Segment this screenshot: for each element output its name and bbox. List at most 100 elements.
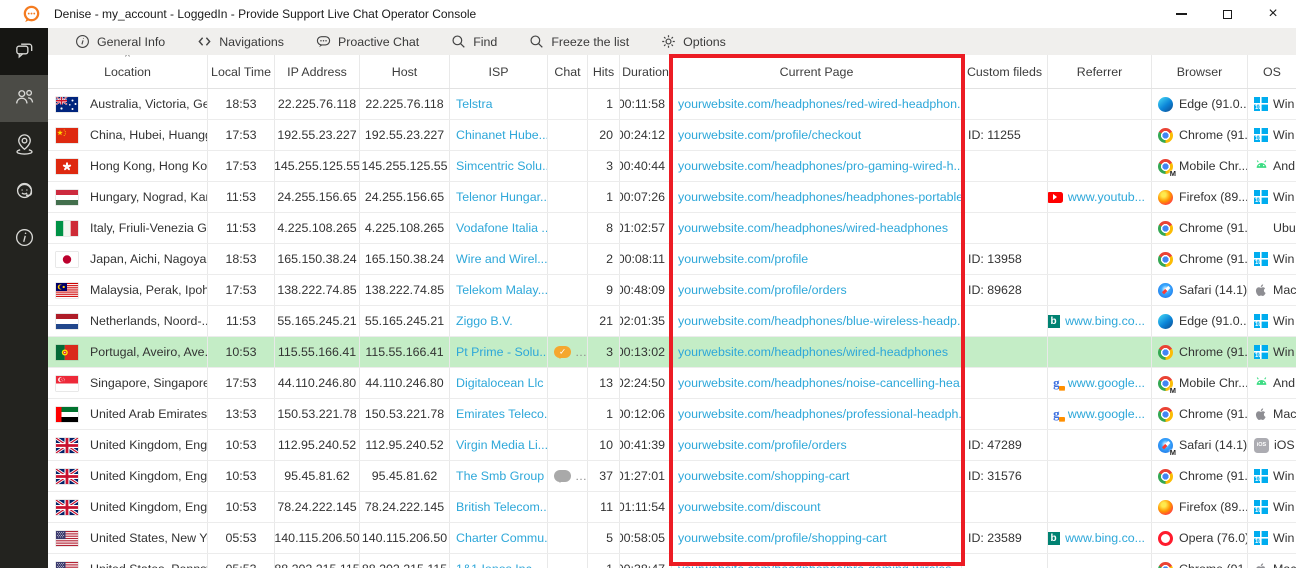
minimize-button[interactable] bbox=[1158, 0, 1204, 28]
isp-link[interactable]: Pt Prime - Solu... bbox=[456, 345, 548, 359]
isp-link[interactable]: Telstra bbox=[456, 97, 493, 111]
isp-link[interactable]: Charter Commu... bbox=[456, 531, 548, 545]
os-text: Win bbox=[1273, 97, 1294, 111]
referrer-link[interactable]: www.bing.co... bbox=[1065, 531, 1145, 545]
sidebar-item-chats[interactable] bbox=[0, 28, 48, 75]
toolbar-button-label: Freeze the list bbox=[551, 35, 629, 49]
visitor-row[interactable]: Singapore, Singapore...17:5344.110.246.8… bbox=[48, 368, 1296, 399]
current-page-link[interactable]: yourwebsite.com/headphones/pro-gaming-wi… bbox=[678, 562, 962, 568]
sidebar-item-info[interactable] bbox=[0, 216, 48, 263]
isp-link[interactable]: Telenor Hungar... bbox=[456, 190, 548, 204]
isp-link[interactable]: Virgin Media Li... bbox=[456, 438, 548, 452]
host-text: 150.53.221.78 bbox=[365, 407, 444, 421]
isp-link[interactable]: Ziggo B.V. bbox=[456, 314, 513, 328]
visitor-row[interactable]: China, Hubei, Huangg...17:53192.55.23.22… bbox=[48, 120, 1296, 151]
visitor-row[interactable]: United Kingdom, Engl...10:53112.95.240.5… bbox=[48, 430, 1296, 461]
current-page-link[interactable]: yourwebsite.com/headphones/wired-headpho… bbox=[678, 345, 948, 359]
column-header-local-time[interactable]: Local Time bbox=[208, 55, 275, 88]
visitor-row[interactable]: United Arab Emirates...13:53150.53.221.7… bbox=[48, 399, 1296, 430]
column-header-host[interactable]: Host bbox=[360, 55, 450, 88]
column-header-os[interactable]: OS bbox=[1248, 55, 1296, 88]
maximize-button[interactable] bbox=[1204, 0, 1250, 28]
column-header-current-page[interactable]: Current Page bbox=[672, 55, 962, 88]
column-header-isp[interactable]: ISP bbox=[450, 55, 548, 88]
ip-text: 112.95.240.52 bbox=[278, 438, 356, 452]
column-header-custom-fileds[interactable]: Custom fileds bbox=[962, 55, 1048, 88]
cell-isp: Telenor Hungar... bbox=[450, 182, 548, 212]
isp-link[interactable]: 1&1 Ionos Inc. bbox=[456, 562, 535, 568]
close-button[interactable]: × bbox=[1250, 0, 1296, 28]
visitor-row[interactable]: Australia, Victoria, Ge...18:5322.225.76… bbox=[48, 89, 1296, 120]
ip-text: 55.165.245.21 bbox=[277, 314, 356, 328]
visitor-row[interactable]: Japan, Aichi, Nagoya, ...18:53165.150.38… bbox=[48, 244, 1296, 275]
referrer-link[interactable]: www.youtub... bbox=[1068, 190, 1145, 204]
isp-link[interactable]: Simcentric Solu... bbox=[456, 159, 548, 173]
visitor-row[interactable]: Hong Kong, Hong Ko...17:53145.255.125.55… bbox=[48, 151, 1296, 182]
current-page-link[interactable]: yourwebsite.com/profile bbox=[678, 252, 808, 266]
current-page-link[interactable]: yourwebsite.com/headphones/noise-cancell… bbox=[678, 376, 962, 390]
current-page-link[interactable]: yourwebsite.com/headphones/pro-gaming-wi… bbox=[678, 159, 962, 173]
host-text: 145.255.125.55 bbox=[361, 159, 447, 173]
current-page-link[interactable]: yourwebsite.com/headphones/wired-headpho… bbox=[678, 221, 948, 235]
isp-link[interactable]: Wire and Wirel... bbox=[456, 252, 548, 266]
cell-os: Mac bbox=[1248, 554, 1296, 568]
column-header-browser[interactable]: Browser bbox=[1152, 55, 1248, 88]
isp-link[interactable]: Chinanet Hube... bbox=[456, 128, 548, 142]
host-text: 165.150.38.24 bbox=[365, 252, 444, 266]
opera-icon bbox=[1158, 531, 1173, 546]
current-page-link[interactable]: yourwebsite.com/headphones/headphones-po… bbox=[678, 190, 962, 204]
current-page-link[interactable]: yourwebsite.com/discount bbox=[678, 500, 821, 514]
cell-isp: Chinanet Hube... bbox=[450, 120, 548, 150]
toolbar-button-proactive-chat[interactable]: Proactive Chat bbox=[316, 34, 419, 49]
visitor-row[interactable]: United States, New Yo...05:53140.115.206… bbox=[48, 523, 1296, 554]
column-header-duration[interactable]: Duration bbox=[620, 55, 672, 88]
column-header-label: ISP bbox=[489, 65, 509, 79]
current-page-link[interactable]: yourwebsite.com/headphones/professional-… bbox=[678, 407, 962, 421]
visitor-row[interactable]: United Kingdom, Engl...10:5378.24.222.14… bbox=[48, 492, 1296, 523]
referrer-link[interactable]: www.google... bbox=[1068, 407, 1145, 421]
visitor-row[interactable]: Italy, Friuli-Venezia Gi...11:534.225.10… bbox=[48, 213, 1296, 244]
toolbar-button-find[interactable]: Find bbox=[451, 34, 497, 49]
isp-link[interactable]: British Telecom... bbox=[456, 500, 548, 514]
current-page-link[interactable]: yourwebsite.com/shopping-cart bbox=[678, 469, 850, 483]
isp-link[interactable]: Telekom Malay... bbox=[456, 283, 548, 297]
current-page-link[interactable]: yourwebsite.com/profile/orders bbox=[678, 283, 847, 297]
referrer-link[interactable]: www.google... bbox=[1068, 376, 1145, 390]
os-text: Mac bbox=[1273, 407, 1296, 421]
sidebar-item-operator-support[interactable] bbox=[0, 169, 48, 216]
visitor-row[interactable]: Portugal, Aveiro, Ave...10:53115.55.166.… bbox=[48, 337, 1296, 368]
visitor-row[interactable]: Malaysia, Perak, Ipoh, ...17:53138.222.7… bbox=[48, 275, 1296, 306]
chrome-icon bbox=[1158, 469, 1173, 484]
toolbar-button-options[interactable]: Options bbox=[661, 34, 726, 49]
current-page-link[interactable]: yourwebsite.com/headphones/blue-wireless… bbox=[678, 314, 962, 328]
duration-text: 00:07:26 bbox=[620, 190, 665, 204]
toolbar-button-freeze-the-list[interactable]: Freeze the list bbox=[529, 34, 629, 49]
duration-text: 02:24:50 bbox=[620, 376, 665, 390]
cell-local-time: 05:53 bbox=[208, 523, 275, 553]
column-header-hits[interactable]: Hits bbox=[588, 55, 620, 88]
sidebar-item-geo-location[interactable] bbox=[0, 122, 48, 169]
toolbar-button-general-info[interactable]: General Info bbox=[75, 34, 165, 49]
toolbar-button-navigations[interactable]: Navigations bbox=[197, 34, 284, 49]
isp-link[interactable]: Vodafone Italia ... bbox=[456, 221, 548, 235]
custom-field-text: ID: 31576 bbox=[968, 469, 1022, 483]
flag-it-icon bbox=[56, 221, 78, 236]
column-header-referrer[interactable]: Referrer bbox=[1048, 55, 1152, 88]
current-page-link[interactable]: yourwebsite.com/profile/checkout bbox=[678, 128, 861, 142]
browser-text: Chrome (91... bbox=[1179, 221, 1248, 235]
visitor-row[interactable]: United States, Pennsy...05:5388.202.215.… bbox=[48, 554, 1296, 568]
column-header-location[interactable]: ^Location bbox=[48, 55, 208, 88]
visitor-row[interactable]: United Kingdom, Engl...10:5395.45.81.629… bbox=[48, 461, 1296, 492]
visitor-row[interactable]: Hungary, Nograd, Kar...11:5324.255.156.6… bbox=[48, 182, 1296, 213]
isp-link[interactable]: The Smb Group bbox=[456, 469, 544, 483]
sidebar-item-visitors[interactable] bbox=[0, 75, 48, 122]
isp-link[interactable]: Digitalocean Llc bbox=[456, 376, 543, 390]
column-header-ip-address[interactable]: IP Address bbox=[275, 55, 360, 88]
current-page-link[interactable]: yourwebsite.com/headphones/red-wired-hea… bbox=[678, 97, 962, 111]
isp-link[interactable]: Emirates Teleco... bbox=[456, 407, 548, 421]
referrer-link[interactable]: www.bing.co... bbox=[1065, 314, 1145, 328]
visitor-row[interactable]: Netherlands, Noord-...11:5355.165.245.21… bbox=[48, 306, 1296, 337]
current-page-link[interactable]: yourwebsite.com/profile/orders bbox=[678, 438, 847, 452]
current-page-link[interactable]: yourwebsite.com/profile/shopping-cart bbox=[678, 531, 887, 545]
column-header-chat[interactable]: Chat bbox=[548, 55, 588, 88]
